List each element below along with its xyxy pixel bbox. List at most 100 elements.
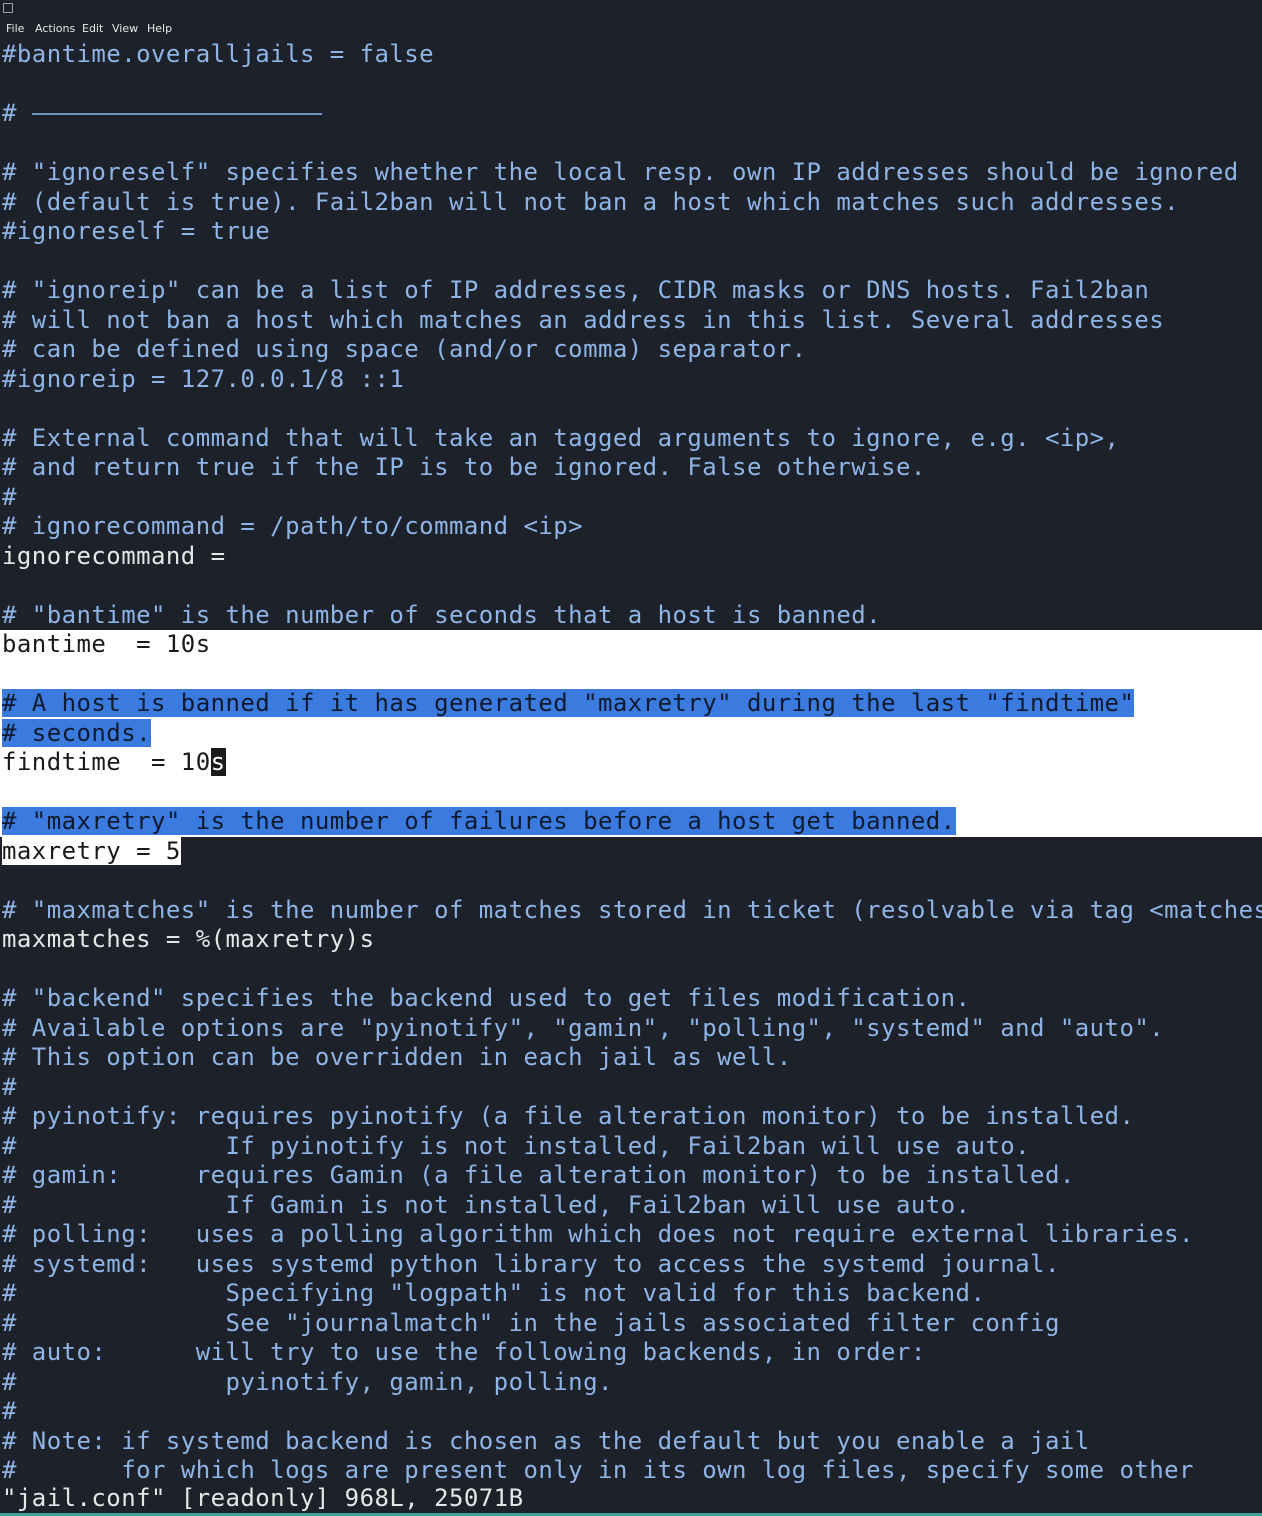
editor-line: # bbox=[0, 483, 17, 513]
editor-line: findtime = 10s bbox=[0, 748, 226, 778]
editor-line: bantime = 10s bbox=[0, 630, 211, 660]
editor-line: # "maxmatches" is the number of matches … bbox=[0, 896, 1262, 926]
editor-line-text: # pyinotify, gamin, polling. bbox=[2, 1367, 613, 1396]
editor-line-text: bantime = 10s bbox=[2, 630, 211, 658]
editor-line: # (default is true). Fail2ban will not b… bbox=[0, 188, 1179, 218]
editor-line: #ignoreip = 127.0.0.1/8 ::1 bbox=[0, 365, 404, 395]
editor-line-text: # External command that will take an tag… bbox=[2, 423, 1120, 452]
visual-selection-band bbox=[0, 630, 1262, 837]
editor-line-text: # pyinotify: requires pyinotify (a file … bbox=[2, 1102, 1135, 1130]
editor-line-text: # bbox=[2, 1397, 17, 1425]
menu-actions[interactable]: Actions bbox=[35, 22, 75, 35]
editor-line-text: # Available options are "pyinotify", "ga… bbox=[2, 1013, 1165, 1042]
editor-line: #ignoreself = true bbox=[0, 217, 270, 247]
editor-line-text: # systemd: uses systemd python library t… bbox=[2, 1249, 1060, 1278]
editor-line-text: #bantime.overalljails = false bbox=[2, 40, 435, 68]
editor-line: maxretry = 5 bbox=[0, 836, 181, 867]
editor-line: # "ignoreself" specifies whether the loc… bbox=[0, 158, 1239, 188]
text-cursor: s bbox=[210, 748, 226, 776]
menu-bar: File Actions Edit View Help bbox=[0, 18, 1262, 40]
separator-rule bbox=[31, 113, 322, 115]
editor-line: # "bantime" is the number of seconds tha… bbox=[0, 601, 881, 631]
editor-line-text: # can be defined using space (and/or com… bbox=[2, 335, 807, 363]
editor-line: # for which logs are present only in its… bbox=[0, 1456, 1194, 1486]
editor-line-text: # Note: if systemd backend is chosen as … bbox=[2, 1426, 1090, 1455]
editor-line: # Specifying "logpath" is not valid for … bbox=[0, 1279, 985, 1309]
editor-line: # systemd: uses systemd python library t… bbox=[0, 1250, 1060, 1280]
editor-line: #bantime.overalljails = false bbox=[0, 40, 434, 70]
menu-view[interactable]: View bbox=[112, 22, 138, 35]
editor-line: maxmatches = %(maxretry)s bbox=[0, 925, 374, 955]
editor-line: # bbox=[0, 99, 322, 129]
editor-line-text: #ignoreip = 127.0.0.1/8 ::1 bbox=[2, 364, 405, 393]
editor-line: # pyinotify, gamin, polling. bbox=[0, 1368, 613, 1398]
editor-line-text: # polling: uses a polling algorithm whic… bbox=[2, 1220, 1194, 1248]
menu-help[interactable]: Help bbox=[147, 22, 172, 35]
editor-line-text: # ignorecommand = /path/to/command <ip> bbox=[2, 512, 584, 540]
editor-line-text: # A host is banned if it has generated "… bbox=[2, 689, 1135, 717]
editor-line-text: # "ignoreip" can be a list of IP address… bbox=[2, 276, 1150, 304]
editor-line: # See "journalmatch" in the jails associ… bbox=[0, 1309, 1060, 1339]
editor-line: ignorecommand = bbox=[0, 542, 226, 572]
editor-line-text: # "maxmatches" is the number of matches … bbox=[2, 895, 1262, 924]
menu-edit[interactable]: Edit bbox=[82, 22, 103, 35]
editor-line-text: # "ignoreself" specifies whether the loc… bbox=[2, 158, 1239, 186]
editor-line-text: #ignoreself = true bbox=[2, 217, 271, 245]
editor-line-text: # "maxretry" is the number of failures b… bbox=[2, 807, 956, 835]
editor-line-text: # bbox=[2, 482, 17, 511]
editor-line: # "maxretry" is the number of failures b… bbox=[0, 807, 956, 837]
editor-line: # Available options are "pyinotify", "ga… bbox=[0, 1014, 1164, 1044]
editor-line: # can be defined using space (and/or com… bbox=[0, 335, 807, 365]
editor-line-text: # and return true if the IP is to be ign… bbox=[2, 453, 926, 481]
editor-line: # If Gamin is not installed, Fail2ban wi… bbox=[0, 1191, 970, 1221]
editor-line-text: # seconds. bbox=[2, 718, 151, 747]
editor-line: # and return true if the IP is to be ign… bbox=[0, 453, 926, 483]
editor-line-text: # If pyinotify is not installed, Fail2ba… bbox=[2, 1131, 1031, 1160]
editor-line: # "backend" specifies the backend used t… bbox=[0, 984, 970, 1014]
editor-line-text: # will not ban a host which matches an a… bbox=[2, 305, 1165, 334]
vim-status-line: "jail.conf" [readonly] 968L, 25071B bbox=[2, 1484, 524, 1512]
editor-line: # ignorecommand = /path/to/command <ip> bbox=[0, 512, 583, 542]
editor-line-text: # for which logs are present only in its… bbox=[2, 1456, 1194, 1484]
editor-line-text: ignorecommand = bbox=[2, 541, 226, 570]
editor-line: # A host is banned if it has generated "… bbox=[0, 689, 1135, 719]
editor-line: # bbox=[0, 1397, 17, 1427]
editor-line-text: maxretry = 5 bbox=[2, 836, 181, 865]
editor-line: # "ignoreip" can be a list of IP address… bbox=[0, 276, 1149, 306]
editor-line: # Note: if systemd backend is chosen as … bbox=[0, 1427, 1090, 1457]
editor-line: # If pyinotify is not installed, Fail2ba… bbox=[0, 1132, 1030, 1162]
editor-line-text: findtime = 10 bbox=[2, 748, 211, 776]
editor-line-text: # This option can be overridden in each … bbox=[2, 1043, 792, 1071]
editor-line-text: # bbox=[2, 1072, 17, 1101]
editor-line-text: # gamin: requires Gamin (a file alterati… bbox=[2, 1161, 1075, 1189]
editor-line-text: # bbox=[2, 99, 32, 127]
editor-line: # gamin: requires Gamin (a file alterati… bbox=[0, 1161, 1075, 1191]
editor-line: # pyinotify: requires pyinotify (a file … bbox=[0, 1102, 1134, 1132]
editor-line-text: # If Gamin is not installed, Fail2ban wi… bbox=[2, 1190, 971, 1219]
editor-line: # polling: uses a polling algorithm whic… bbox=[0, 1220, 1194, 1250]
title-bar bbox=[0, 0, 1262, 18]
editor-line-text: # See "journalmatch" in the jails associ… bbox=[2, 1308, 1060, 1337]
editor-line: # seconds. bbox=[0, 718, 151, 749]
vim-editor-buffer[interactable]: #bantime.overalljails = false # # "ignore… bbox=[0, 40, 1262, 1488]
editor-line: # This option can be overridden in each … bbox=[0, 1043, 792, 1073]
editor-line: # External command that will take an tag… bbox=[0, 424, 1119, 454]
editor-line: # auto: will try to use the following ba… bbox=[0, 1338, 926, 1368]
editor-line-text: # "backend" specifies the backend used t… bbox=[2, 984, 971, 1012]
menu-file[interactable]: File bbox=[6, 22, 24, 35]
editor-line-text: # auto: will try to use the following ba… bbox=[2, 1338, 926, 1366]
editor-line-text: # "bantime" is the number of seconds tha… bbox=[2, 600, 882, 629]
editor-line: # will not ban a host which matches an a… bbox=[0, 306, 1164, 336]
editor-line-text: # Specifying "logpath" is not valid for … bbox=[2, 1279, 986, 1307]
terminal-icon bbox=[3, 3, 13, 13]
editor-line-text: # (default is true). Fail2ban will not b… bbox=[2, 187, 1180, 216]
